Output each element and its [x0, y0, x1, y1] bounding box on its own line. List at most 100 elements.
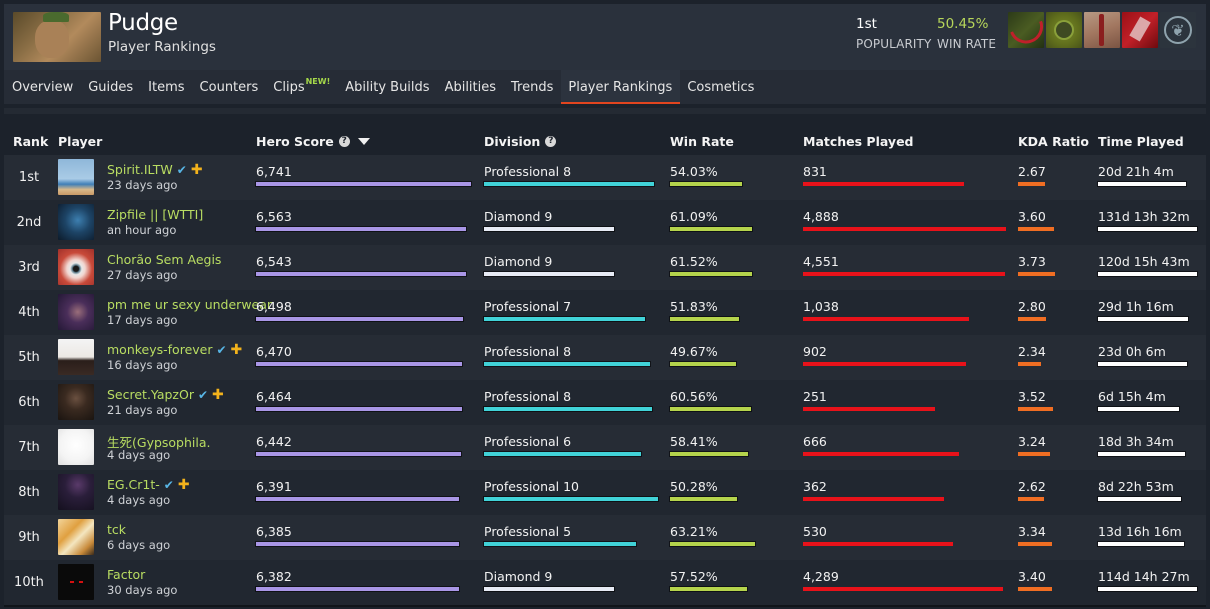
header-win-rate[interactable]: Win Rate [670, 134, 734, 149]
player-name-link[interactable]: Secret.YapzOr ✔ ✚ [107, 387, 224, 402]
division-value: Professional 8 [484, 389, 572, 404]
win-rate-stat: 50.45% WIN RATE [937, 16, 996, 51]
win-rate-bar [670, 182, 742, 186]
division-bar [484, 452, 641, 456]
player-name: pm me ur sexy underwear [107, 297, 273, 312]
verified-check-icon: ✔ [163, 477, 174, 492]
header-division[interactable]: Division ? [484, 134, 557, 149]
rot-icon[interactable] [1046, 12, 1082, 48]
tab-cosmetics[interactable]: Cosmetics [680, 70, 762, 104]
kda-bar [1018, 317, 1046, 321]
section-divider [4, 108, 1206, 114]
tab-ability-builds[interactable]: Ability Builds [338, 70, 437, 104]
time-played-cell: 20d 21h 4m [1098, 164, 1186, 186]
matches-played-cell: 666 [803, 434, 959, 456]
eye-glow [70, 581, 74, 583]
kda-cell: 3.73 [1018, 254, 1055, 276]
table-row[interactable]: 8th EG.Cr1t- ✔ ✚ 4 days ago 6,391 Professional… [4, 470, 1206, 515]
rank-cell: 6th [18, 395, 40, 410]
matches-played-value: 530 [803, 524, 827, 539]
division-cell: Professional 5 [484, 524, 636, 546]
header-matches-label: Matches Played [803, 134, 914, 149]
tab-trends[interactable]: Trends [504, 70, 561, 104]
table-row[interactable]: 7th 生死(Gypsophila. 4 days ago 6,442 Professi… [4, 425, 1206, 470]
tab-counters[interactable]: Counters [192, 70, 266, 104]
table-row[interactable]: 6th Secret.YapzOr ✔ ✚ 21 days ago 6,464 Profes… [4, 380, 1206, 425]
table-row[interactable]: 3rd Chorão Sem Aegis 27 days ago 6,543 Diamo… [4, 245, 1206, 290]
avatar[interactable] [58, 519, 94, 555]
player-name-link[interactable]: Zipfile || [WTTI] [107, 207, 203, 222]
table-row[interactable]: 5th monkeys-forever ✔ ✚ 16 days ago 6,470 Prof… [4, 335, 1206, 380]
table-row[interactable]: 1st Spirit.ILTW ✔ ✚ 23 days ago 6,741 Professi… [4, 155, 1206, 200]
last-seen: 30 days ago [107, 583, 178, 597]
last-seen: 23 days ago [107, 178, 178, 192]
tab-clips[interactable]: Clips NEW! [266, 70, 338, 104]
tab-player-rankings[interactable]: Player Rankings [560, 70, 680, 104]
player-name-link[interactable]: EG.Cr1t- ✔ ✚ [107, 477, 190, 492]
player-name-link[interactable]: tck [107, 522, 126, 537]
talent-tree-icon[interactable]: ❦ [1160, 12, 1196, 48]
flesh-heap-icon[interactable] [1084, 12, 1120, 48]
avatar[interactable] [58, 249, 94, 285]
header-player-label: Player [58, 134, 103, 149]
hero-score-bar [256, 542, 459, 546]
header-matches-played[interactable]: Matches Played [803, 134, 914, 149]
hero-score-bar [256, 272, 466, 276]
tab-abilities[interactable]: Abilities [437, 70, 503, 104]
help-icon[interactable]: ? [545, 136, 557, 147]
win-rate-cell: 63.21% [670, 524, 755, 546]
win-rate-label: WIN RATE [937, 37, 997, 51]
table-row[interactable]: 2nd Zipfile || [WTTI] an hour ago 6,563 Diam… [4, 200, 1206, 245]
avatar[interactable] [58, 294, 94, 330]
player-name-link[interactable]: Factor [107, 567, 145, 582]
rank-cell: 10th [14, 575, 44, 590]
time-played-bar [1098, 542, 1184, 546]
sort-descending-icon[interactable] [357, 138, 370, 145]
header-hero-score[interactable]: Hero Score ? [256, 134, 370, 149]
kda-cell: 2.34 [1018, 344, 1046, 366]
dismember-icon[interactable] [1122, 12, 1158, 48]
tab-guides[interactable]: Guides [81, 70, 141, 104]
player-name-link[interactable]: pm me ur sexy underwear [107, 297, 272, 312]
matches-played-cell: 902 [803, 344, 966, 366]
avatar[interactable] [58, 384, 94, 420]
hero-name: Pudge [108, 10, 178, 36]
time-played-value: 23d 0h 6m [1098, 344, 1166, 359]
header-time-played[interactable]: Time Played [1098, 134, 1184, 149]
hero-score-bar [256, 362, 462, 366]
player-name-link[interactable]: Spirit.ILTW ✔ ✚ [107, 162, 203, 177]
avatar[interactable] [58, 564, 94, 600]
avatar[interactable] [58, 474, 94, 510]
player-name-link[interactable]: monkeys-forever ✔ ✚ [107, 342, 242, 357]
avatar[interactable] [58, 159, 94, 195]
table-row[interactable]: 9th tck 6 days ago 6,385 Professional 5 63.21… [4, 515, 1206, 560]
time-played-cell: 29d 1h 16m [1098, 299, 1188, 321]
header-kda-ratio[interactable]: KDA Ratio [1018, 134, 1089, 149]
time-played-bar [1098, 452, 1185, 456]
win-rate-value: 58.41% [670, 434, 718, 449]
help-icon[interactable]: ? [338, 136, 350, 147]
hero-score-cell: 6,543 [256, 254, 466, 276]
player-name-link[interactable]: Chorão Sem Aegis [107, 252, 221, 267]
meat-hook-icon[interactable] [1008, 12, 1044, 48]
avatar[interactable] [58, 204, 94, 240]
matches-played-value: 4,551 [803, 254, 839, 269]
matches-played-cell: 251 [803, 389, 935, 411]
win-rate-cell: 57.52% [670, 569, 747, 591]
tab-overview[interactable]: Overview [4, 70, 81, 104]
hero-score-cell: 6,382 [256, 569, 459, 591]
talent-glyph-icon: ❦ [1164, 16, 1192, 44]
time-played-cell: 131d 13h 32m [1098, 209, 1197, 231]
division-bar [484, 272, 614, 276]
table-row[interactable]: 10th Factor 30 days ago 6,382 Diamond 9 57.52… [4, 560, 1206, 605]
tab-items[interactable]: Items [141, 70, 192, 104]
table-row[interactable]: 4th pm me ur sexy underwear 17 days ago 6,4… [4, 290, 1206, 335]
player-name: Zipfile || [WTTI] [107, 207, 204, 222]
division-bar [484, 227, 614, 231]
time-played-value: 120d 15h 43m [1098, 254, 1190, 269]
matches-played-value: 4,888 [803, 209, 839, 224]
avatar[interactable] [58, 339, 94, 375]
division-value: Professional 7 [484, 299, 572, 314]
avatar[interactable] [58, 429, 94, 465]
matches-played-bar [803, 587, 1003, 591]
